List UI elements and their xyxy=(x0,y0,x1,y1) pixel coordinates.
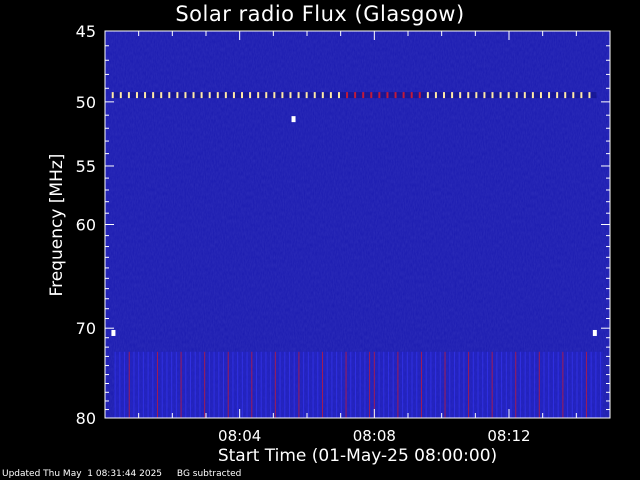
y-tick-label: 70 xyxy=(76,319,96,338)
band-mark xyxy=(281,92,284,99)
band-mark xyxy=(475,92,478,99)
band-mark xyxy=(580,92,583,99)
band-mark xyxy=(548,92,551,99)
band-mark xyxy=(119,92,122,99)
chart-title: Solar radio Flux (Glasgow) xyxy=(175,2,465,26)
band-mark xyxy=(378,92,381,99)
band-mark xyxy=(451,92,454,99)
band-mark xyxy=(515,92,518,99)
band-mark xyxy=(443,92,446,99)
band-mark xyxy=(297,92,300,99)
band-mark xyxy=(459,92,462,99)
band-mark xyxy=(160,92,163,99)
feature-dot xyxy=(592,329,597,336)
footer: Updated Thu May 1 08:31:44 2025 BG subtr… xyxy=(2,469,253,479)
x-tick-label: 08:04 xyxy=(218,427,261,445)
band-mark xyxy=(200,92,203,99)
band-mark xyxy=(152,92,155,99)
band-mark xyxy=(539,92,542,99)
band-mark xyxy=(232,92,235,99)
band-mark xyxy=(491,92,494,99)
band-mark xyxy=(208,92,211,99)
band-mark xyxy=(337,92,340,99)
y-axis-label: Frequency [MHz] xyxy=(47,153,67,297)
band-mark xyxy=(144,92,147,99)
band-mark xyxy=(354,92,357,99)
band-mark xyxy=(426,92,429,99)
spectrogram-chart: 08:04 08:08 08:12455055607080 xyxy=(76,22,611,445)
band-mark xyxy=(257,92,260,99)
y-tick-label: 60 xyxy=(76,216,96,235)
band-mark xyxy=(418,92,421,99)
band-mark xyxy=(111,92,114,99)
band-mark xyxy=(135,92,138,99)
y-tick-label: 55 xyxy=(76,157,96,176)
band-mark xyxy=(313,92,316,99)
band-mark xyxy=(370,92,373,99)
feature-dot xyxy=(111,329,116,336)
feature-dot xyxy=(291,116,296,123)
band-mark xyxy=(588,92,591,99)
band-mark xyxy=(410,92,413,99)
band-mark xyxy=(556,92,559,99)
band-mark xyxy=(346,92,349,99)
band-mark xyxy=(273,92,276,99)
band-mark xyxy=(224,92,227,99)
band-mark xyxy=(386,92,389,99)
band-mark xyxy=(176,92,179,99)
updated-timestamp: Updated Thu May 1 08:31:44 2025 xyxy=(2,469,163,479)
band-mark xyxy=(531,92,534,99)
band-mark xyxy=(362,92,365,99)
band-mark xyxy=(329,92,332,99)
band-mark xyxy=(564,92,567,99)
y-tick-label: 50 xyxy=(76,93,96,112)
band-mark xyxy=(572,92,575,99)
x-axis-label: Start Time (01-May-25 08:00:00) xyxy=(217,446,498,466)
band-mark xyxy=(467,92,470,99)
y-tick-label: 80 xyxy=(76,409,96,428)
band-mark xyxy=(402,92,405,99)
band-mark xyxy=(216,92,219,99)
band-mark xyxy=(434,92,437,99)
band-mark xyxy=(499,92,502,99)
band-mark xyxy=(321,92,324,99)
band-mark xyxy=(265,92,268,99)
band-mark xyxy=(507,92,510,99)
x-tick-label: 08:12 xyxy=(487,427,530,445)
x-tick-label: 08:08 xyxy=(353,427,396,445)
band-mark xyxy=(249,92,252,99)
band-mark xyxy=(305,92,308,99)
band-mark xyxy=(523,92,526,99)
band-mark xyxy=(289,92,292,99)
band-mark xyxy=(192,92,195,99)
band-mark xyxy=(241,92,244,99)
bg-note: BG subtracted xyxy=(176,469,242,479)
band-mark xyxy=(483,92,486,99)
band-mark xyxy=(127,92,130,99)
band-mark xyxy=(168,92,171,99)
band-mark xyxy=(394,92,397,99)
band-mark xyxy=(184,92,187,99)
